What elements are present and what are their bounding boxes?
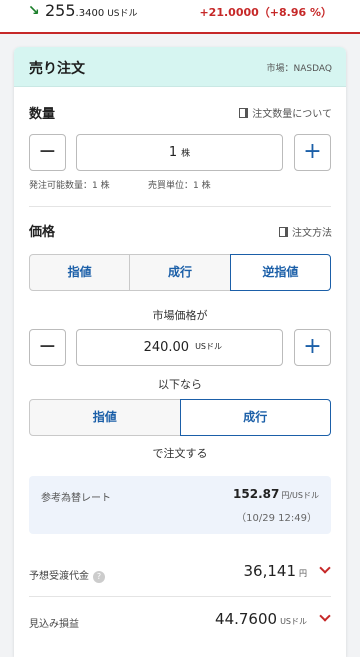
estimated-pnl-value: 44.7600 USドル bbox=[215, 610, 307, 628]
order-header: 売り注文 市場：NASDAQ bbox=[14, 47, 346, 87]
estimated-proceeds-value: 36,141 円 bbox=[243, 562, 308, 580]
quantity-help-link[interactable]: 注文数量について bbox=[239, 105, 332, 120]
exec-tab-limit[interactable]: 指値 bbox=[29, 399, 181, 436]
trigger-price-increment-button[interactable]: + bbox=[294, 329, 331, 366]
trend-down-arrow-icon: ↘ bbox=[28, 3, 40, 19]
ticker-bar: ↘ 255.3400 USドル +21.0000（+8.96 %） bbox=[0, 0, 360, 34]
estimated-pnl-row[interactable]: 見込み損益 44.7600 USドル bbox=[29, 602, 331, 642]
trigger-price-decrement-button[interactable]: − bbox=[29, 329, 66, 366]
plus-icon: + bbox=[303, 139, 322, 164]
chevron-down-icon[interactable] bbox=[319, 610, 331, 622]
minus-icon: − bbox=[38, 139, 57, 164]
tab-limit[interactable]: 指値 bbox=[29, 254, 131, 291]
minus-icon: − bbox=[38, 334, 57, 359]
trigger-price-value: 240.00 bbox=[143, 340, 190, 355]
divider bbox=[29, 596, 331, 597]
exchange-rate-box: 参考為替レート 152.87 円/USドル （10/29 12:49） bbox=[29, 476, 331, 534]
quantity-unit: 株 bbox=[181, 149, 191, 159]
help-question-icon[interactable]: ? bbox=[93, 571, 105, 583]
estimated-proceeds-row[interactable]: 予想受渡代金? 36,141 円 bbox=[29, 554, 331, 594]
trigger-prefix: 市場価格が bbox=[152, 309, 208, 322]
available-quantity: 発注可能数量：1 株 bbox=[29, 181, 110, 191]
book-icon bbox=[279, 227, 288, 237]
execution-suffix: で注文する bbox=[152, 447, 208, 460]
tab-stop[interactable]: 逆指値 bbox=[229, 254, 331, 291]
exchange-rate-value: 152.87 円/USドル bbox=[233, 487, 319, 501]
trading-unit: 売買単位：1 株 bbox=[148, 181, 211, 191]
order-title: 売り注文 bbox=[29, 61, 85, 77]
quantity-value: 1 bbox=[168, 145, 178, 160]
price-label: 価格 bbox=[29, 225, 56, 240]
market-label: 市場：NASDAQ bbox=[266, 64, 332, 74]
estimated-pnl-label: 見込み損益 bbox=[29, 619, 79, 630]
estimated-proceeds-label: 予想受渡代金? bbox=[29, 567, 105, 583]
price-change: +21.0000（+8.96 %） bbox=[199, 6, 332, 19]
quantity-input[interactable]: 1株 bbox=[76, 134, 283, 171]
quantity-label: 数量 bbox=[29, 107, 56, 122]
exec-tab-market[interactable]: 成行 bbox=[179, 399, 331, 436]
sell-order-card: 売り注文 市場：NASDAQ 数量 注文数量について − 1株 + 発注可能数量… bbox=[14, 47, 346, 657]
current-price: 255.3400 USドル bbox=[45, 1, 138, 20]
plus-icon: + bbox=[303, 334, 322, 359]
quantity-decrement-button[interactable]: − bbox=[29, 134, 66, 171]
divider bbox=[29, 206, 331, 207]
trigger-suffix: 以下なら bbox=[158, 378, 202, 391]
execution-type-tabs: 指値 成行 bbox=[29, 399, 331, 436]
order-method-help-link[interactable]: 注文方法 bbox=[279, 224, 332, 239]
exchange-rate-timestamp: （10/29 12:49） bbox=[236, 513, 317, 524]
trigger-price-unit: USドル bbox=[195, 342, 222, 351]
order-type-tabs: 指値 成行 逆指値 bbox=[29, 254, 331, 291]
tab-market[interactable]: 成行 bbox=[129, 254, 231, 291]
book-icon bbox=[239, 108, 249, 118]
exchange-rate-label: 参考為替レート bbox=[41, 493, 111, 504]
chevron-down-icon[interactable] bbox=[319, 562, 331, 574]
quantity-increment-button[interactable]: + bbox=[294, 134, 331, 171]
trigger-price-input[interactable]: 240.00 USドル bbox=[76, 329, 283, 366]
